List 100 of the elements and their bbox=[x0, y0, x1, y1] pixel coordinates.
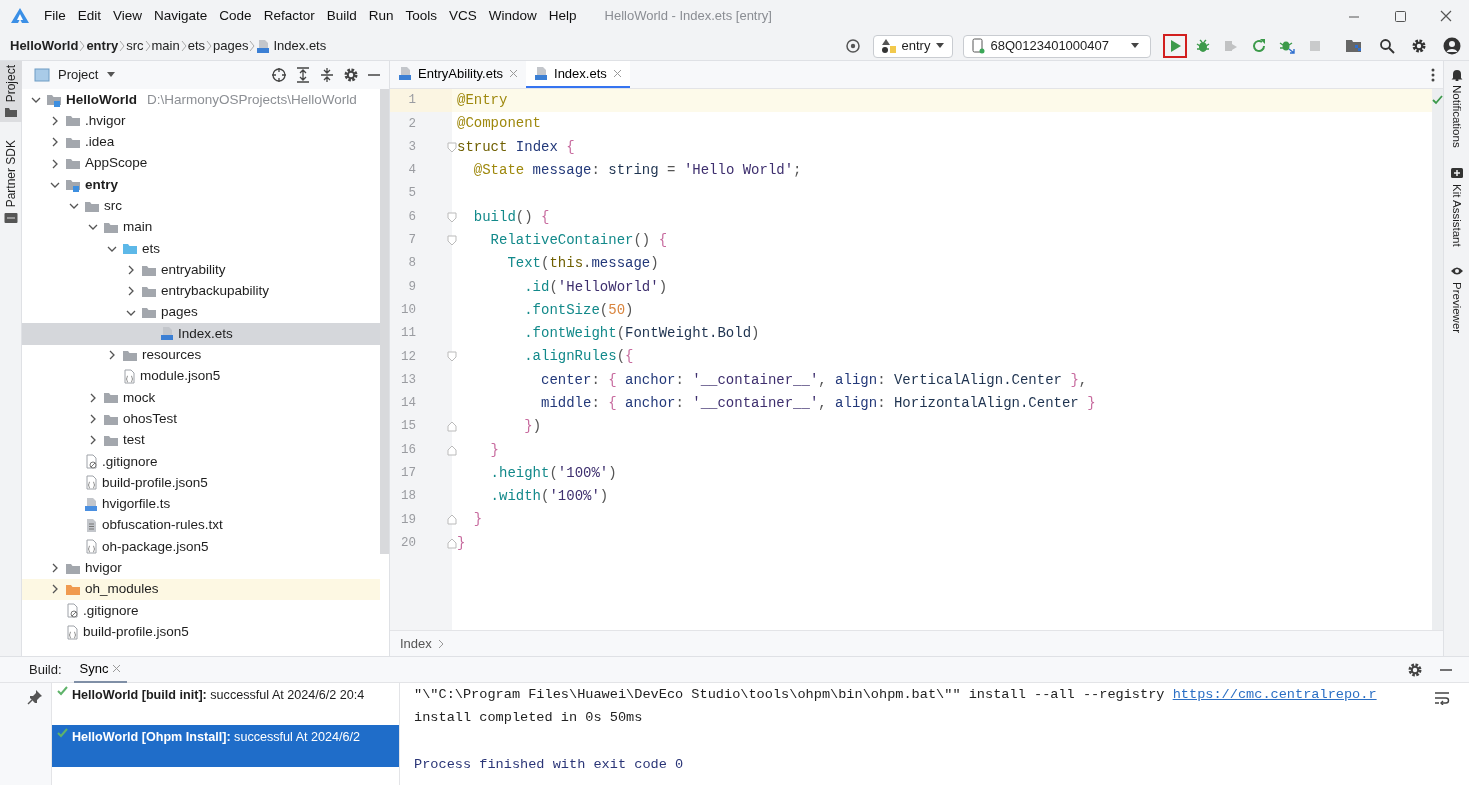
fold-marker-icon[interactable] bbox=[447, 141, 457, 153]
fold-marker-icon[interactable] bbox=[447, 211, 457, 223]
tree-item[interactable]: oh_modules bbox=[22, 578, 380, 601]
collapse-all-icon[interactable] bbox=[319, 67, 335, 83]
tree-item[interactable]: HelloWorld D:\HarmonyOSProjects\HelloWorld bbox=[22, 89, 380, 111]
tree-item[interactable]: test bbox=[22, 429, 380, 452]
run-configuration-dropdown[interactable]: entry bbox=[872, 34, 954, 58]
editor-tab[interactable]: Index.ets bbox=[526, 61, 630, 88]
build-task-item[interactable]: HelloWorld [Ohpm Install]: successful At 2024/6/2 bbox=[52, 725, 399, 767]
menu-item[interactable]: Code bbox=[213, 5, 258, 27]
expand-all-icon[interactable] bbox=[295, 67, 311, 83]
menu-item[interactable]: View bbox=[107, 5, 149, 27]
chevron-right-icon bbox=[248, 39, 257, 53]
fold-marker-icon[interactable] bbox=[447, 444, 457, 456]
tree-item[interactable]: hvigorfile.ts bbox=[22, 493, 380, 515]
device-dropdown[interactable]: 68Q0123401000407 bbox=[963, 34, 1151, 58]
breadcrumb-item[interactable]: src bbox=[126, 36, 144, 56]
menu-item[interactable]: Run bbox=[362, 5, 400, 27]
close-icon[interactable] bbox=[1438, 8, 1454, 24]
settings-icon[interactable] bbox=[1411, 38, 1427, 54]
tree-item[interactable]: entryability bbox=[22, 259, 380, 281]
tree-item[interactable]: entrybackupability bbox=[22, 280, 380, 302]
tree-item[interactable]: build-profile.json5 bbox=[22, 472, 380, 494]
tree-item[interactable]: .hvigor bbox=[22, 110, 380, 132]
console-link[interactable]: https://cmc.centralrepo.r bbox=[1172, 686, 1377, 702]
breadcrumb-item[interactable]: pages bbox=[213, 36, 249, 56]
fold-marker-icon[interactable] bbox=[447, 351, 457, 363]
crosshair-icon[interactable] bbox=[271, 67, 287, 83]
tree-item[interactable]: pages bbox=[22, 301, 380, 324]
menu-item[interactable]: Refactor bbox=[257, 5, 321, 27]
code-line: .width('100%') bbox=[489, 487, 609, 507]
tool-window-tab[interactable]: Project bbox=[0, 61, 22, 123]
tree-item[interactable]: oh-package.json5 bbox=[22, 536, 380, 558]
project-structure-icon[interactable] bbox=[1345, 38, 1363, 54]
panel-label: Build: bbox=[29, 660, 62, 679]
tree-item[interactable]: entry bbox=[22, 174, 380, 196]
tool-window-tab[interactable]: Partner SDK bbox=[0, 136, 22, 228]
tool-window-tab[interactable]: Notifications bbox=[1447, 67, 1466, 148]
tree-item[interactable]: resources bbox=[22, 344, 380, 366]
panel-title[interactable]: Project bbox=[58, 65, 99, 85]
settings-icon[interactable] bbox=[1407, 661, 1423, 678]
tree-item[interactable]: build-profile.json5 bbox=[22, 621, 380, 643]
menu-item[interactable]: Navigate bbox=[148, 5, 214, 27]
console-line: install completed in 0s 50ms bbox=[414, 709, 643, 728]
fold-marker-icon[interactable] bbox=[447, 537, 457, 549]
ts-file-icon bbox=[84, 496, 98, 512]
tree-item[interactable]: ohosTest bbox=[22, 408, 380, 430]
menu-item[interactable]: Tools bbox=[399, 5, 443, 27]
ets-file-icon bbox=[534, 66, 548, 81]
tree-item[interactable]: .gitignore bbox=[22, 451, 380, 473]
module-folder-icon bbox=[65, 177, 81, 192]
menu-item[interactable]: Edit bbox=[71, 5, 108, 27]
avatar-icon[interactable] bbox=[1443, 37, 1461, 55]
build-task-item[interactable]: HelloWorld [build init]: successful At 2024/6/2 20:4 bbox=[52, 683, 399, 725]
tree-item[interactable]: .idea bbox=[22, 131, 380, 153]
line-number: 18 bbox=[400, 488, 416, 506]
fold-marker-icon[interactable] bbox=[447, 234, 457, 246]
tree-item[interactable]: Index.ets bbox=[22, 323, 380, 345]
menu-item[interactable]: Help bbox=[542, 5, 583, 27]
breadcrumb-item[interactable]: entry bbox=[86, 36, 119, 56]
tree-item[interactable]: mock bbox=[22, 387, 380, 409]
tree-item[interactable]: src bbox=[22, 195, 380, 217]
menu-item[interactable]: Build bbox=[320, 5, 363, 27]
line-number: 6 bbox=[407, 208, 416, 226]
tree-item[interactable]: ets bbox=[22, 238, 380, 260]
tree-item[interactable]: AppScope bbox=[22, 152, 380, 175]
editor-tab[interactable]: EntryAbility.ets bbox=[390, 61, 526, 88]
maximize-icon[interactable] bbox=[1392, 8, 1408, 24]
code-line: RelativeContainer() { bbox=[489, 230, 668, 250]
menu-item[interactable]: Window bbox=[482, 5, 543, 27]
caret-icon bbox=[935, 42, 946, 50]
scrollbar[interactable] bbox=[380, 89, 389, 554]
menu-item[interactable]: File bbox=[38, 5, 72, 27]
menu-item[interactable]: VCS bbox=[443, 5, 483, 27]
breadcrumb-item[interactable]: ets bbox=[187, 36, 206, 56]
breadcrumb-item[interactable]: Index.ets bbox=[256, 36, 327, 56]
breadcrumb-item[interactable]: main bbox=[151, 36, 180, 56]
tree-item[interactable]: module.json5 bbox=[22, 365, 380, 388]
tree-item[interactable]: obfuscation-rules.txt bbox=[22, 514, 380, 537]
caret-icon[interactable] bbox=[106, 71, 117, 79]
fold-marker-icon[interactable] bbox=[447, 514, 457, 526]
settings-icon[interactable] bbox=[343, 67, 359, 83]
json-file-icon bbox=[84, 475, 98, 491]
tree-item[interactable]: main bbox=[22, 216, 380, 239]
breadcrumb-item[interactable]: Index bbox=[400, 633, 432, 654]
tool-window-tab[interactable]: Kit Assistant bbox=[1447, 165, 1466, 247]
soft-wrap-icon[interactable] bbox=[1434, 691, 1450, 705]
run-button[interactable] bbox=[1163, 34, 1187, 58]
tool-window-tab[interactable]: Previewer bbox=[1447, 264, 1466, 334]
fold-marker-icon[interactable] bbox=[447, 421, 457, 433]
close-icon[interactable] bbox=[612, 69, 622, 78]
tree-item[interactable]: .gitignore bbox=[22, 600, 380, 622]
pin-icon[interactable] bbox=[27, 689, 43, 705]
more-icon[interactable] bbox=[1431, 67, 1435, 82]
line-number: 19 bbox=[400, 511, 416, 529]
locate-icon[interactable] bbox=[844, 38, 861, 54]
tree-item[interactable]: hvigor bbox=[22, 557, 380, 579]
breadcrumb-item[interactable]: HelloWorld bbox=[10, 36, 79, 56]
search-icon[interactable] bbox=[1379, 38, 1395, 54]
code-line: struct Index { bbox=[456, 137, 575, 157]
